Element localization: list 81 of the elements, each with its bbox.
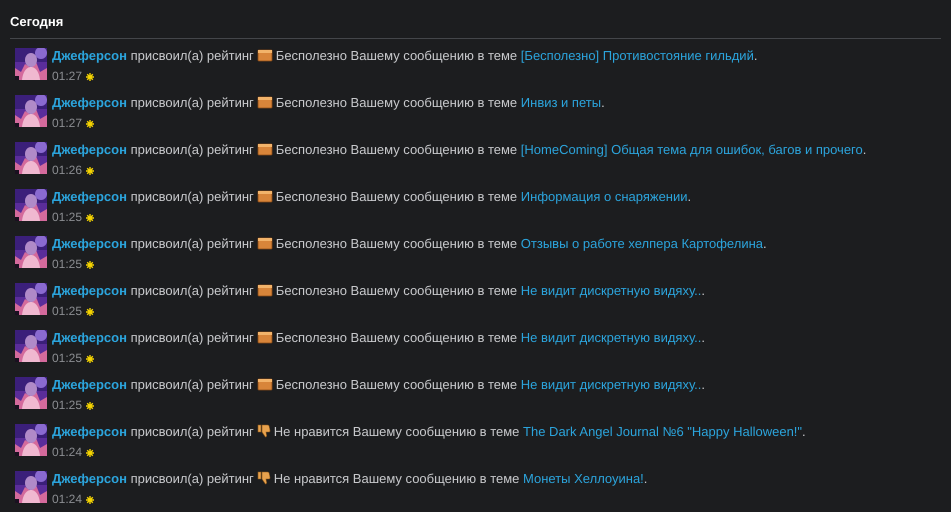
sentence-period: . bbox=[763, 236, 767, 251]
box-icon bbox=[256, 377, 273, 391]
alert-action: присвоил(а) рейтинг bbox=[130, 424, 254, 439]
alert-time: 01:25 bbox=[52, 256, 82, 273]
alert-action: присвоил(а) рейтинг bbox=[130, 95, 254, 110]
topic-link[interactable]: Монеты Хеллоуина! bbox=[523, 471, 644, 486]
rating-message: Бесполезно Вашему сообщению в теме bbox=[276, 377, 518, 392]
section-heading: Сегодня bbox=[10, 14, 64, 29]
topic-link[interactable]: [Бесполезно] Противостояние гильдий bbox=[520, 48, 754, 63]
alert-time: 01:27 bbox=[52, 115, 82, 132]
box-icon bbox=[256, 142, 273, 156]
box-icon bbox=[256, 330, 273, 344]
alert-action: присвоил(а) рейтинг bbox=[130, 142, 254, 157]
topic-link[interactable]: [HomeComing] Общая тема для ошибок, багов и прочего bbox=[520, 142, 863, 157]
rating-message: Бесполезно Вашему сообщению в теме bbox=[276, 236, 518, 251]
alert-time: 01:24 bbox=[52, 491, 82, 508]
asterisk-icon bbox=[86, 448, 94, 456]
thumbs-down-icon bbox=[256, 424, 271, 438]
asterisk-icon bbox=[86, 260, 94, 268]
box-icon bbox=[256, 48, 273, 62]
alert-time: 01:26 bbox=[52, 162, 82, 179]
alert-time: 01:25 bbox=[52, 350, 82, 367]
username-link[interactable]: Джеферсон bbox=[52, 95, 127, 110]
username-link[interactable]: Джеферсон bbox=[52, 377, 127, 392]
topic-link[interactable]: Информация о снаряжении bbox=[520, 189, 688, 204]
topic-link[interactable]: Не видит дискретную видяху.. bbox=[520, 377, 702, 392]
box-icon bbox=[256, 189, 273, 203]
alert-time: 01:24 bbox=[52, 444, 82, 461]
sentence-period: . bbox=[688, 189, 692, 204]
topic-link[interactable]: The Dark Angel Journal №6 "Happy Halloween!" bbox=[523, 424, 802, 439]
alert-time: 01:25 bbox=[52, 209, 82, 226]
username-link[interactable]: Джеферсон bbox=[52, 189, 127, 204]
alert-action: присвоил(а) рейтинг bbox=[130, 283, 254, 298]
box-icon bbox=[256, 95, 273, 109]
username-link[interactable]: Джеферсон bbox=[52, 424, 127, 439]
alert-action: присвоил(а) рейтинг bbox=[130, 471, 254, 486]
alert-action: присвоил(а) рейтинг bbox=[130, 330, 254, 345]
asterisk-icon bbox=[86, 354, 94, 362]
rating-message: Бесполезно Вашему сообщению в теме bbox=[276, 330, 518, 345]
topic-link[interactable]: Не видит дискретную видяху.. bbox=[520, 283, 702, 298]
asterisk-icon bbox=[86, 402, 94, 410]
alert-action: присвоил(а) рейтинг bbox=[130, 189, 254, 204]
sentence-period: . bbox=[701, 377, 706, 392]
topic-link[interactable]: Инвиз и петы bbox=[520, 95, 602, 110]
rating-message: Бесполезно Вашему сообщению в теме bbox=[276, 189, 518, 204]
rating-message: Бесполезно Вашему сообщению в теме bbox=[276, 142, 518, 157]
asterisk-icon bbox=[86, 72, 94, 80]
topic-link[interactable]: Не видит дискретную видяху.. bbox=[520, 330, 702, 345]
asterisk-icon bbox=[86, 496, 94, 504]
username-link[interactable]: Джеферсон bbox=[52, 142, 127, 157]
asterisk-icon bbox=[86, 308, 94, 316]
alert-time: 01:27 bbox=[52, 68, 82, 85]
sentence-period: . bbox=[644, 471, 648, 486]
alert-action: присвоил(а) рейтинг bbox=[130, 236, 254, 251]
sentence-period: . bbox=[601, 95, 605, 110]
rating-message: Не нравится Вашему сообщению в теме bbox=[274, 471, 520, 486]
username-link[interactable]: Джеферсон bbox=[52, 236, 127, 251]
sentence-period: . bbox=[701, 283, 706, 298]
username-link[interactable]: Джеферсон bbox=[52, 48, 127, 63]
alert-time: 01:25 bbox=[52, 397, 82, 414]
username-link[interactable]: Джеферсон bbox=[52, 471, 127, 486]
rating-message: Бесполезно Вашему сообщению в теме bbox=[276, 95, 518, 110]
alert-time: 01:25 bbox=[52, 303, 82, 320]
rating-message: Бесполезно Вашему сообщению в теме bbox=[276, 48, 518, 63]
username-link[interactable]: Джеферсон bbox=[52, 283, 127, 298]
sentence-period: . bbox=[754, 48, 758, 63]
asterisk-icon bbox=[86, 120, 94, 128]
alert-action: присвоил(а) рейтинг bbox=[130, 48, 254, 63]
thumbs-down-icon bbox=[256, 471, 271, 485]
rating-message: Не нравится Вашему сообщению в теме bbox=[274, 424, 520, 439]
rating-message: Бесполезно Вашему сообщению в теме bbox=[276, 283, 518, 298]
topic-link[interactable]: Отзывы о работе хелпера Картофелина bbox=[520, 236, 763, 251]
username-link[interactable]: Джеферсон bbox=[52, 330, 127, 345]
asterisk-icon bbox=[86, 166, 94, 174]
alert-action: присвоил(а) рейтинг bbox=[130, 377, 254, 392]
sentence-period: . bbox=[701, 330, 706, 345]
sentence-period: . bbox=[862, 142, 866, 157]
box-icon bbox=[256, 236, 273, 250]
asterisk-icon bbox=[86, 214, 94, 222]
box-icon bbox=[256, 283, 273, 297]
sentence-period: . bbox=[802, 424, 806, 439]
